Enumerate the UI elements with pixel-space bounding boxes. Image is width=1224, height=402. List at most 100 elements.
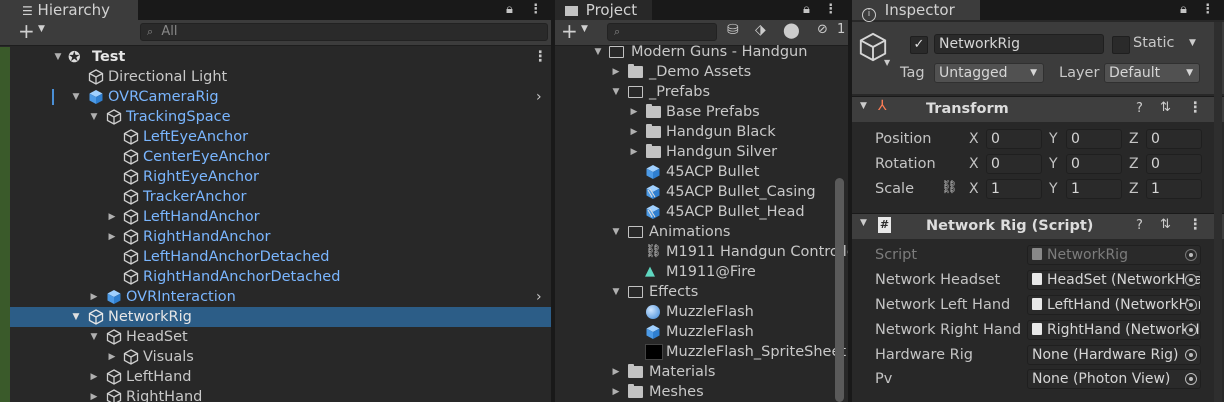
x-axis-label[interactable]: X — [969, 131, 979, 147]
script-enabled-checkbox[interactable] — [900, 218, 914, 232]
more-icon[interactable]: ⋮ — [1188, 217, 1203, 233]
inspector-scrollbar[interactable] — [1214, 22, 1222, 402]
network-headset-field[interactable]: HeadSet (NetworkHeadset) — [1027, 270, 1201, 290]
expand-arrow-icon[interactable]: ▶ — [611, 62, 621, 82]
tree-row-scene[interactable]: ▼ ✪ Test ⋮ — [0, 47, 551, 67]
add-icon[interactable]: + — [561, 21, 578, 41]
expand-arrow-icon[interactable]: ▶ — [629, 102, 639, 122]
tree-row[interactable]: ▶ Visuals — [0, 347, 551, 367]
expand-arrow-icon[interactable]: ▼ — [89, 327, 99, 347]
chevron-down-icon[interactable]: ▼ — [38, 24, 45, 34]
tree-row[interactable]: ▼ OVRCameraRig › — [0, 87, 551, 107]
expand-arrow-icon[interactable]: ▼ — [611, 222, 621, 242]
tree-row[interactable]: MuzzleFlash_SpriteSheet — [555, 342, 848, 362]
project-search-input[interactable]: ⌕ — [607, 23, 717, 41]
tree-row[interactable]: ▶ LeftHand — [0, 367, 551, 387]
presets-icon[interactable]: ⇅ — [1160, 100, 1171, 115]
chevron-right-icon[interactable]: › — [536, 287, 542, 307]
static-checkbox[interactable] — [1112, 36, 1130, 54]
tree-row[interactable]: ▼ Effects — [555, 282, 848, 302]
lock-icon[interactable]: 🔒︎ — [1180, 2, 1187, 17]
position-z-field[interactable]: 0 — [1146, 129, 1202, 149]
tree-row[interactable]: ▶ RightHand — [0, 387, 551, 402]
x-axis-label[interactable]: X — [969, 156, 979, 172]
expand-arrow-icon[interactable]: ▼ — [860, 218, 867, 228]
more-icon[interactable]: ⋮ — [1188, 100, 1203, 116]
expand-arrow-icon[interactable]: ▼ — [611, 82, 621, 102]
chevron-down-icon[interactable]: ▼ — [1189, 38, 1196, 48]
expand-arrow-icon[interactable]: ▼ — [53, 47, 63, 67]
tag-icon[interactable]: ⬗ — [755, 22, 766, 38]
tree-row[interactable]: ▶ OVRInteraction › — [0, 287, 551, 307]
hidden-icon[interactable]: ⊘ — [817, 22, 828, 37]
z-axis-label[interactable]: Z — [1129, 131, 1139, 147]
more-icon[interactable]: ⋮ — [824, 2, 837, 17]
tree-row[interactable]: MuzzleFlash — [555, 302, 848, 322]
expand-arrow-icon[interactable]: ▼ — [860, 101, 867, 111]
expand-arrow-icon[interactable]: ▼ — [71, 307, 81, 327]
constrain-proportions-icon[interactable]: ⛓ — [941, 180, 958, 195]
position-y-field[interactable]: 0 — [1066, 129, 1122, 149]
add-icon[interactable]: + — [18, 21, 35, 41]
expand-arrow-icon[interactable]: ▼ — [89, 107, 99, 127]
tree-row[interactable]: ▶ Materials — [555, 362, 848, 382]
layer-dropdown[interactable]: Default ▼ — [1104, 63, 1200, 83]
expand-arrow-icon[interactable]: ▶ — [107, 347, 117, 367]
tree-row[interactable]: ▲ M1911@Fire — [555, 262, 848, 282]
position-x-field[interactable]: 0 — [986, 129, 1042, 149]
chevron-down-icon[interactable]: ▼ — [884, 58, 890, 67]
tree-row[interactable]: ▶ Base Prefabs — [555, 102, 848, 122]
object-picker-icon[interactable] — [1185, 349, 1197, 361]
tree-row[interactable]: 45ACP Bullet_Casing — [555, 182, 848, 202]
tree-row[interactable]: LeftEyeAnchor — [0, 127, 551, 147]
project-scrollbar[interactable] — [835, 178, 844, 402]
tree-row[interactable]: ▶ RightHandAnchor — [0, 227, 551, 247]
network-left-hand-field[interactable]: LeftHand (NetworkHand) — [1027, 295, 1201, 315]
z-axis-label[interactable]: Z — [1129, 156, 1139, 172]
script-component-header[interactable]: ▼ # Network Rig (Script) ? ⇅ ⋮ — [852, 213, 1224, 239]
tree-row[interactable]: ▼ Animations — [555, 222, 848, 242]
tree-row[interactable]: RightHandAnchorDetached — [0, 267, 551, 287]
tree-row[interactable]: ▶ _Demo Assets — [555, 62, 848, 82]
rotation-y-field[interactable]: 0 — [1066, 154, 1122, 174]
help-icon[interactable]: ? — [1136, 218, 1143, 233]
scale-x-field[interactable]: 1 — [986, 179, 1042, 199]
more-icon[interactable]: ⋮ — [1201, 2, 1214, 17]
expand-arrow-icon[interactable]: ▶ — [89, 287, 99, 307]
chevron-down-icon[interactable]: ▼ — [581, 24, 588, 34]
tree-row[interactable]: TrackerAnchor — [0, 187, 551, 207]
tree-row[interactable]: ▼ _Prefabs — [555, 82, 848, 102]
tree-row[interactable]: ▶ Handgun Black — [555, 122, 848, 142]
tree-row[interactable]: LeftHandAnchorDetached — [0, 247, 551, 267]
tree-row[interactable]: ▼ Modern Guns - Handgun — [555, 42, 848, 62]
tree-row[interactable]: 45ACP Bullet — [555, 162, 848, 182]
tree-row[interactable]: ▶ LeftHandAnchor — [0, 207, 551, 227]
object-picker-icon[interactable] — [1185, 373, 1197, 385]
chevron-right-icon[interactable]: › — [536, 87, 542, 107]
object-picker-icon[interactable] — [1185, 274, 1197, 286]
object-picker-icon[interactable] — [1185, 324, 1197, 336]
z-axis-label[interactable]: Z — [1129, 181, 1139, 197]
help-icon[interactable]: ? — [1136, 101, 1143, 116]
expand-arrow-icon[interactable]: ▼ — [611, 282, 621, 302]
hierarchy-search-input[interactable]: ⌕ All — [140, 23, 548, 41]
expand-arrow-icon[interactable]: ▶ — [629, 142, 639, 162]
transform-header[interactable]: ▼ ⅄ Transform ? ⇅ ⋮ — [852, 96, 1224, 122]
scale-y-field[interactable]: 1 — [1066, 179, 1122, 199]
presets-icon[interactable]: ⇅ — [1160, 217, 1171, 232]
tree-row[interactable]: 45ACP Bullet_Head — [555, 202, 848, 222]
filter-by-type-icon[interactable]: ⛁ — [727, 22, 739, 38]
warning-icon[interactable]: ⬤ — [783, 21, 800, 39]
tree-row[interactable]: ▼ HeadSet — [0, 327, 551, 347]
tree-row[interactable]: RightEyeAnchor — [0, 167, 551, 187]
y-axis-label[interactable]: Y — [1049, 156, 1058, 172]
rotation-x-field[interactable]: 0 — [986, 154, 1042, 174]
lock-icon[interactable]: 🔒︎ — [506, 2, 513, 17]
tree-row[interactable]: MuzzleFlash — [555, 322, 848, 342]
more-icon[interactable]: ⋮ — [533, 47, 548, 67]
tree-row[interactable]: CenterEyeAnchor — [0, 147, 551, 167]
y-axis-label[interactable]: Y — [1049, 131, 1058, 147]
active-checkbox[interactable]: ✓ — [910, 36, 928, 54]
network-right-hand-field[interactable]: RightHand (NetworkHand) — [1027, 320, 1201, 340]
expand-arrow-icon[interactable]: ▼ — [593, 42, 603, 62]
